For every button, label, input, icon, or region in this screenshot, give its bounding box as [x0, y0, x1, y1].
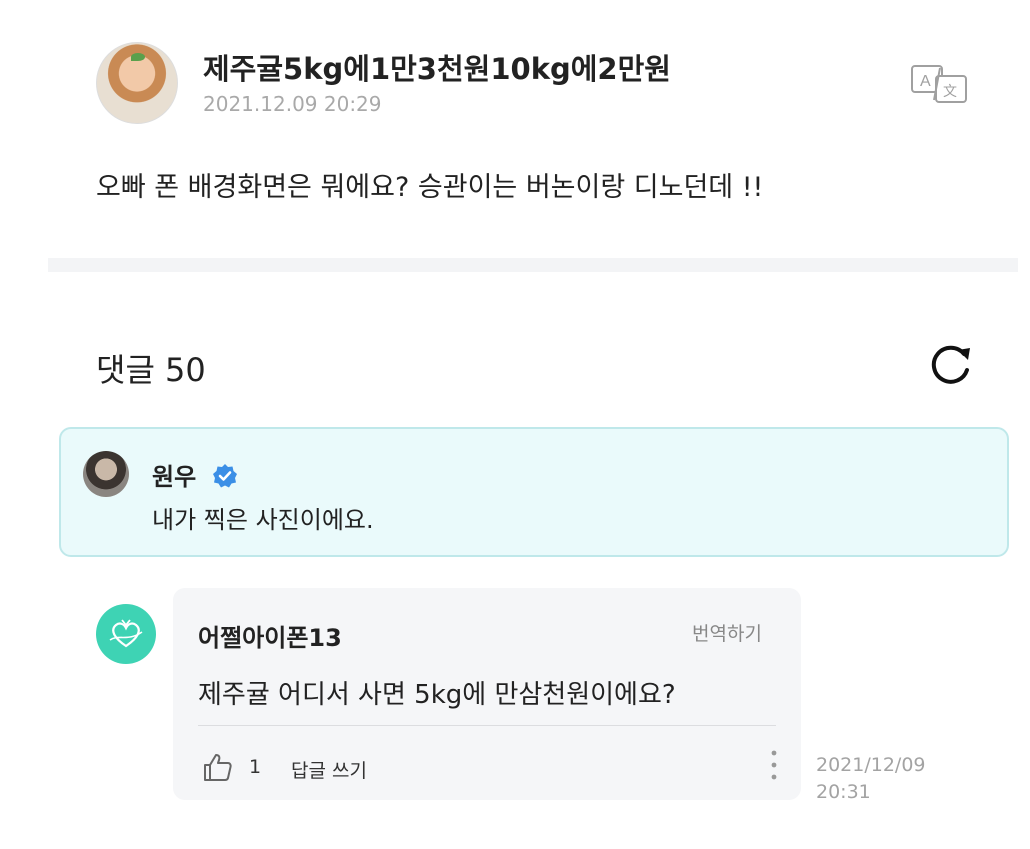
reply-button[interactable]: 답글 쓰기 — [291, 756, 367, 783]
leaf-decoration — [131, 53, 145, 61]
comment-text: 제주귤 어디서 사면 5kg에 만삼천원이에요? — [198, 680, 676, 710]
artist-reply-card: 원우 내가 찍은 사진이에요. — [59, 427, 1009, 557]
heart-signature-icon — [109, 619, 143, 648]
comment-divider — [198, 725, 776, 726]
comment-date: 2021/12/09 — [816, 754, 926, 776]
comment-author[interactable]: 어쩔아이폰13 — [198, 618, 342, 653]
comment-timestamp: 2021/12/09 20:31 — [816, 752, 956, 806]
post-body-text: 오빠 폰 배경화면은 뭐에요? 승관이는 버논이랑 디노던데 !! — [96, 172, 764, 203]
artist-reply-text: 내가 찍은 사진이에요. — [152, 506, 374, 534]
translate-button[interactable]: 번역하기 — [692, 619, 762, 646]
comment-card: 어쩔아이폰13 번역하기 제주귤 어디서 사면 5kg에 만삼천원이에요? 1 … — [173, 588, 801, 800]
refresh-icon[interactable] — [924, 340, 976, 392]
commenter-avatar[interactable] — [96, 604, 156, 664]
post-timestamp: 2021.12.09 20:29 — [203, 92, 382, 116]
section-divider — [48, 258, 1018, 272]
svg-text:A: A — [920, 73, 931, 90]
more-options-icon[interactable] — [769, 748, 779, 782]
translate-icon[interactable]: A 文 — [910, 64, 968, 104]
svg-text:文: 文 — [943, 84, 957, 100]
post-author-avatar[interactable] — [96, 42, 178, 124]
comments-count-heading: 댓글 50 — [96, 351, 206, 389]
thumbs-up-icon[interactable] — [202, 752, 234, 782]
comment-time: 20:31 — [816, 781, 871, 803]
artist-name[interactable]: 원우 — [152, 457, 196, 492]
verified-badge-icon — [213, 464, 237, 488]
post-author-name[interactable]: 제주귤5kg에1만3천원10kg에2만원 — [203, 46, 671, 88]
like-count: 1 — [249, 756, 262, 778]
artist-avatar[interactable] — [83, 451, 129, 497]
